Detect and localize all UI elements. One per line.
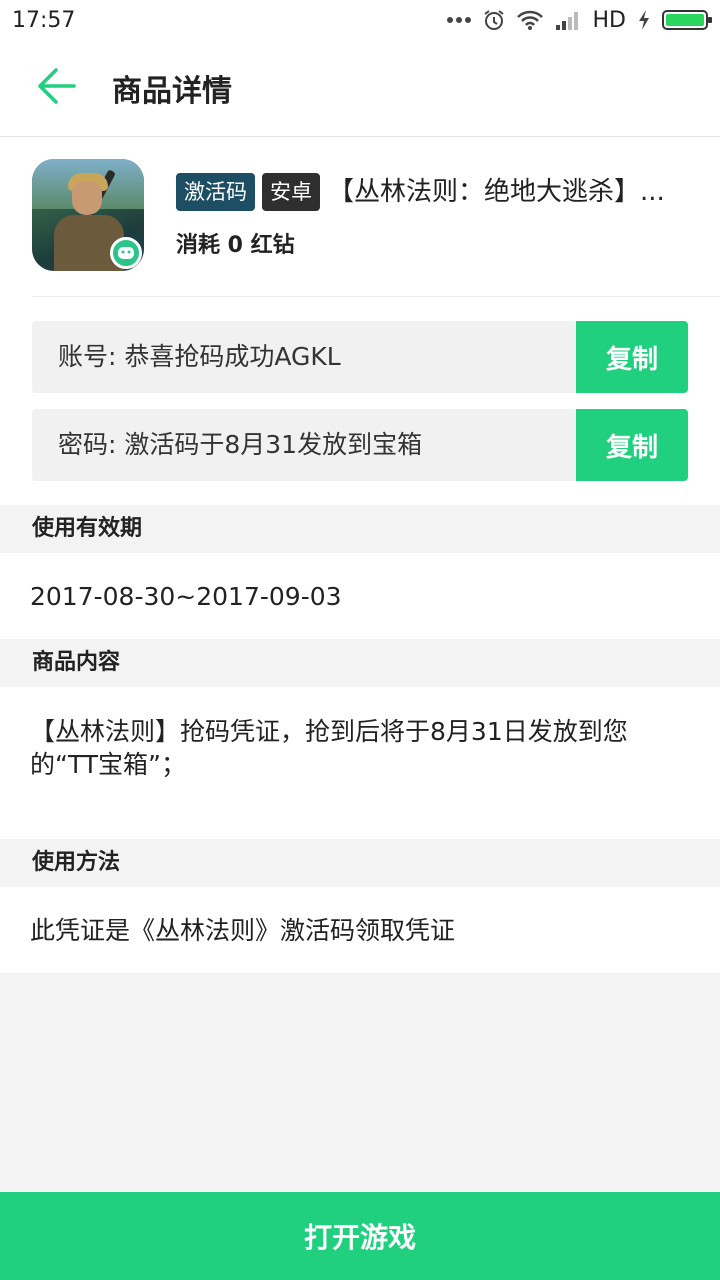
usage-heading: 使用方法 (0, 839, 720, 887)
back-button[interactable] (0, 40, 112, 137)
product-name: 【丛林法则：绝地大逃杀】... (328, 177, 665, 207)
app-header: 商品详情 (0, 40, 720, 137)
more-dots-icon (446, 16, 471, 24)
account-text: 账号: 恭喜抢码成功AGKL (58, 342, 341, 371)
copy-account-button[interactable]: 复制 (576, 321, 688, 393)
password-text: 密码: 激活码于8月31发放到宝箱 (58, 430, 423, 459)
account-row: 账号: 恭喜抢码成功AGKL 复制 (32, 321, 688, 393)
content-heading: 商品内容 (0, 639, 720, 687)
usage-text: 此凭证是《丛林法则》激活码领取凭证 (30, 915, 456, 945)
password-row: 密码: 激活码于8月31发放到宝箱 复制 (32, 409, 688, 481)
charging-icon (638, 10, 650, 30)
content-text: 【丛林法则】抢码凭证，抢到后将于8月31日发放到您的“TT宝箱”； (30, 717, 628, 779)
content-body: 【丛林法则】抢码凭证，抢到后将于8月31日发放到您的“TT宝箱”； (0, 687, 720, 839)
alarm-icon (483, 9, 505, 31)
network-type: HD (592, 7, 626, 33)
validity-heading: 使用有效期 (0, 505, 720, 553)
usage-body: 此凭证是《丛林法则》激活码领取凭证 (0, 887, 720, 973)
status-time: 17:57 (12, 7, 76, 33)
validity-body: 2017-08-30~2017-09-03 (0, 553, 720, 639)
page-title: 商品详情 (112, 74, 232, 109)
tag-activation-code: 激活码 (176, 173, 255, 211)
status-bar: 17:57 HD (0, 0, 720, 40)
status-icons: HD (446, 7, 712, 33)
tag-platform: 安卓 (262, 173, 320, 211)
signal-icon (555, 10, 581, 30)
copy-password-button[interactable]: 复制 (576, 409, 688, 481)
product-cost: 消耗 0 红钻 (176, 233, 295, 258)
product-summary: 激活码 安卓 【丛林法则：绝地大逃杀】... 消耗 0 红钻 (32, 137, 720, 297)
tt-badge-icon (110, 237, 142, 269)
wifi-icon (516, 10, 543, 30)
validity-text: 2017-08-30~2017-09-03 (30, 581, 342, 611)
open-game-button[interactable]: 打开游戏 (0, 1192, 720, 1280)
game-icon[interactable] (32, 159, 144, 271)
product-card: 激活码 安卓 【丛林法则：绝地大逃杀】... 消耗 0 红钻 账号: 恭喜抢码成… (0, 137, 720, 505)
battery-icon (662, 10, 712, 30)
arrow-left-icon (36, 68, 76, 108)
